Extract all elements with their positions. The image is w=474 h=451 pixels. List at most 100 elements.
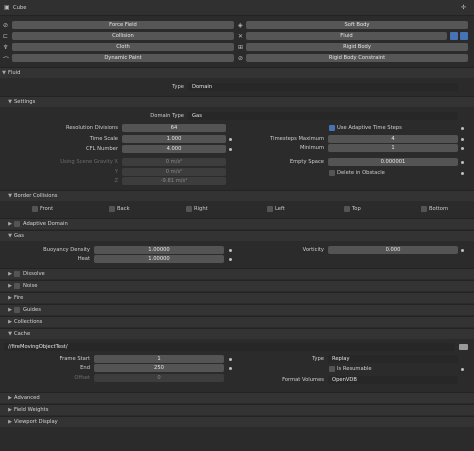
animate-use-adaptive-dot[interactable] <box>461 127 464 130</box>
dynamic-paint-button[interactable]: Dynamic Paint <box>12 54 234 62</box>
dissolve-panel-header[interactable]: ▶ Dissolve <box>0 268 474 279</box>
border-right-label: Right <box>194 206 208 212</box>
folder-icon[interactable] <box>459 344 468 350</box>
rigid-body-button[interactable]: Rigid Body <box>246 43 468 51</box>
delete-obstacle-checkbox[interactable] <box>329 170 335 176</box>
end-field[interactable]: 250 <box>94 364 224 372</box>
frame-start-field[interactable]: 1 <box>94 355 224 363</box>
fluid-viewport-toggle[interactable] <box>450 32 458 40</box>
ts-max-label: Timesteps Maximum <box>270 136 324 142</box>
expand-arrow-icon: ▶ <box>8 271 12 277</box>
animate-cfl-dot[interactable] <box>229 148 232 151</box>
settings-panel-header[interactable]: ▼ Settings <box>0 96 474 107</box>
rigid-body-constraint-icon: ⊘ <box>238 55 244 62</box>
advanced-panel-header[interactable]: ▶ Advanced <box>0 392 474 403</box>
border-right-checkbox[interactable] <box>186 206 192 212</box>
animate-vorticity-dot[interactable] <box>461 249 464 252</box>
field-weights-panel-header[interactable]: ▶ Field Weights <box>0 404 474 415</box>
animate-heat-dot[interactable] <box>229 258 232 261</box>
buoyancy-field[interactable]: 1.00000 <box>94 246 224 254</box>
gravity-z-label: Z <box>114 178 118 184</box>
animate-end-dot[interactable] <box>229 367 232 370</box>
border-bottom-checkbox[interactable] <box>421 206 427 212</box>
remove-fluid-icon[interactable]: ✕ <box>238 33 243 40</box>
animate-frame-start-dot[interactable] <box>229 358 232 361</box>
pin-icon[interactable]: ✢ <box>461 4 466 11</box>
collapse-arrow-icon: ▼ <box>2 70 6 76</box>
heat-label: Heat <box>77 256 90 262</box>
guides-checkbox[interactable] <box>14 306 20 313</box>
force-field-button[interactable]: Force Field <box>12 21 234 29</box>
fluid-button[interactable]: Fluid <box>246 32 447 40</box>
noise-panel-header[interactable]: ▶ Noise <box>0 280 474 291</box>
fluid-panel-header[interactable]: ▼ Fluid <box>0 67 474 78</box>
cache-panel-header[interactable]: ▼ Cache <box>0 328 474 339</box>
expand-arrow-icon: ▶ <box>8 395 12 401</box>
animate-empty-space-dot[interactable] <box>461 161 464 164</box>
gravity-z-field: -9.81 m/s² <box>122 177 226 185</box>
expand-arrow-icon: ▶ <box>8 221 12 227</box>
animate-time-scale-dot[interactable] <box>229 138 232 141</box>
time-scale-field[interactable]: 1.000 <box>122 135 226 143</box>
animate-resumable-dot[interactable] <box>461 368 464 371</box>
collections-panel-header[interactable]: ▶ Collections <box>0 316 474 327</box>
soft-body-button[interactable]: Soft Body <box>246 21 468 29</box>
object-name: Cube <box>13 5 27 11</box>
dissolve-checkbox[interactable] <box>14 270 20 277</box>
collision-icon: ⊏ <box>3 33 9 40</box>
time-scale-label: Time Scale <box>89 136 118 142</box>
expand-arrow-icon: ▶ <box>8 407 12 413</box>
cloth-button[interactable]: Cloth <box>12 43 234 51</box>
domain-type-label: Domain Type <box>150 113 184 119</box>
animate-ts-max-dot[interactable] <box>461 138 464 141</box>
animate-buoyancy-dot[interactable] <box>229 249 232 252</box>
border-left-label: Left <box>275 206 285 212</box>
border-top-checkbox[interactable] <box>344 206 350 212</box>
cfl-field[interactable]: 4.000 <box>122 145 226 153</box>
fire-panel-header[interactable]: ▶ Fire <box>0 292 474 303</box>
gravity-x-field: 0 m/s² <box>122 158 226 166</box>
resumable-checkbox[interactable] <box>329 366 335 372</box>
gravity-y-label: Y <box>114 169 118 175</box>
cache-type-dropdown[interactable]: Replay <box>328 355 458 363</box>
properties-header <box>0 0 474 16</box>
type-label: Type <box>172 84 184 90</box>
guides-panel-header[interactable]: ▶ Guides <box>0 304 474 315</box>
fluid-render-toggle[interactable] <box>460 32 468 40</box>
force-field-icon: ⊘ <box>3 22 9 29</box>
gas-panel-header[interactable]: ▼ Gas <box>0 230 474 241</box>
format-volumes-dropdown[interactable]: OpenVDB <box>328 376 458 384</box>
empty-space-field[interactable]: 0.000001 <box>328 158 458 166</box>
border-front-checkbox[interactable] <box>32 206 38 212</box>
use-adaptive-label: Use Adaptive Time Steps <box>337 125 402 131</box>
rigid-body-constraint-button[interactable]: Rigid Body Constraint <box>246 54 468 62</box>
border-collisions-header[interactable]: ▼ Border Collisions <box>0 190 474 201</box>
end-label: End <box>80 365 90 371</box>
noise-checkbox[interactable] <box>14 282 20 289</box>
vorticity-label: Vorticity <box>302 247 324 253</box>
expand-arrow-icon: ▶ <box>8 283 12 289</box>
adaptive-domain-header[interactable]: ▶ Adaptive Domain <box>0 218 474 229</box>
domain-type-dropdown[interactable]: Gas <box>188 112 458 120</box>
border-collisions-row: Front Back Right Left Top Bottom <box>28 205 458 213</box>
minimum-field[interactable]: 1 <box>328 144 458 152</box>
cache-path-field[interactable]: //fireMovingObjectTest/ <box>4 343 455 351</box>
animate-delete-obstacle-dot[interactable] <box>461 172 464 175</box>
cache-type-label: Type <box>312 356 324 362</box>
heat-field[interactable]: 1.00000 <box>94 255 224 263</box>
animate-minimum-dot[interactable] <box>461 147 464 150</box>
type-dropdown[interactable]: Domain <box>188 83 458 91</box>
adaptive-domain-checkbox[interactable] <box>14 220 20 227</box>
border-bottom-label: Bottom <box>429 206 449 212</box>
gravity-y-field: 0 m/s² <box>122 168 226 176</box>
border-left-checkbox[interactable] <box>267 206 273 212</box>
ts-max-field[interactable]: 4 <box>328 135 458 143</box>
border-top-label: Top <box>352 206 361 212</box>
vorticity-field[interactable]: 0.000 <box>328 246 458 254</box>
viewport-display-panel-header[interactable]: ▶ Viewport Display <box>0 416 474 427</box>
collision-button[interactable]: Collision <box>12 32 234 40</box>
use-adaptive-checkbox[interactable] <box>329 125 335 131</box>
border-back-checkbox[interactable] <box>109 206 115 212</box>
expand-arrow-icon: ▶ <box>8 295 12 301</box>
resolution-field[interactable]: 64 <box>122 124 226 132</box>
